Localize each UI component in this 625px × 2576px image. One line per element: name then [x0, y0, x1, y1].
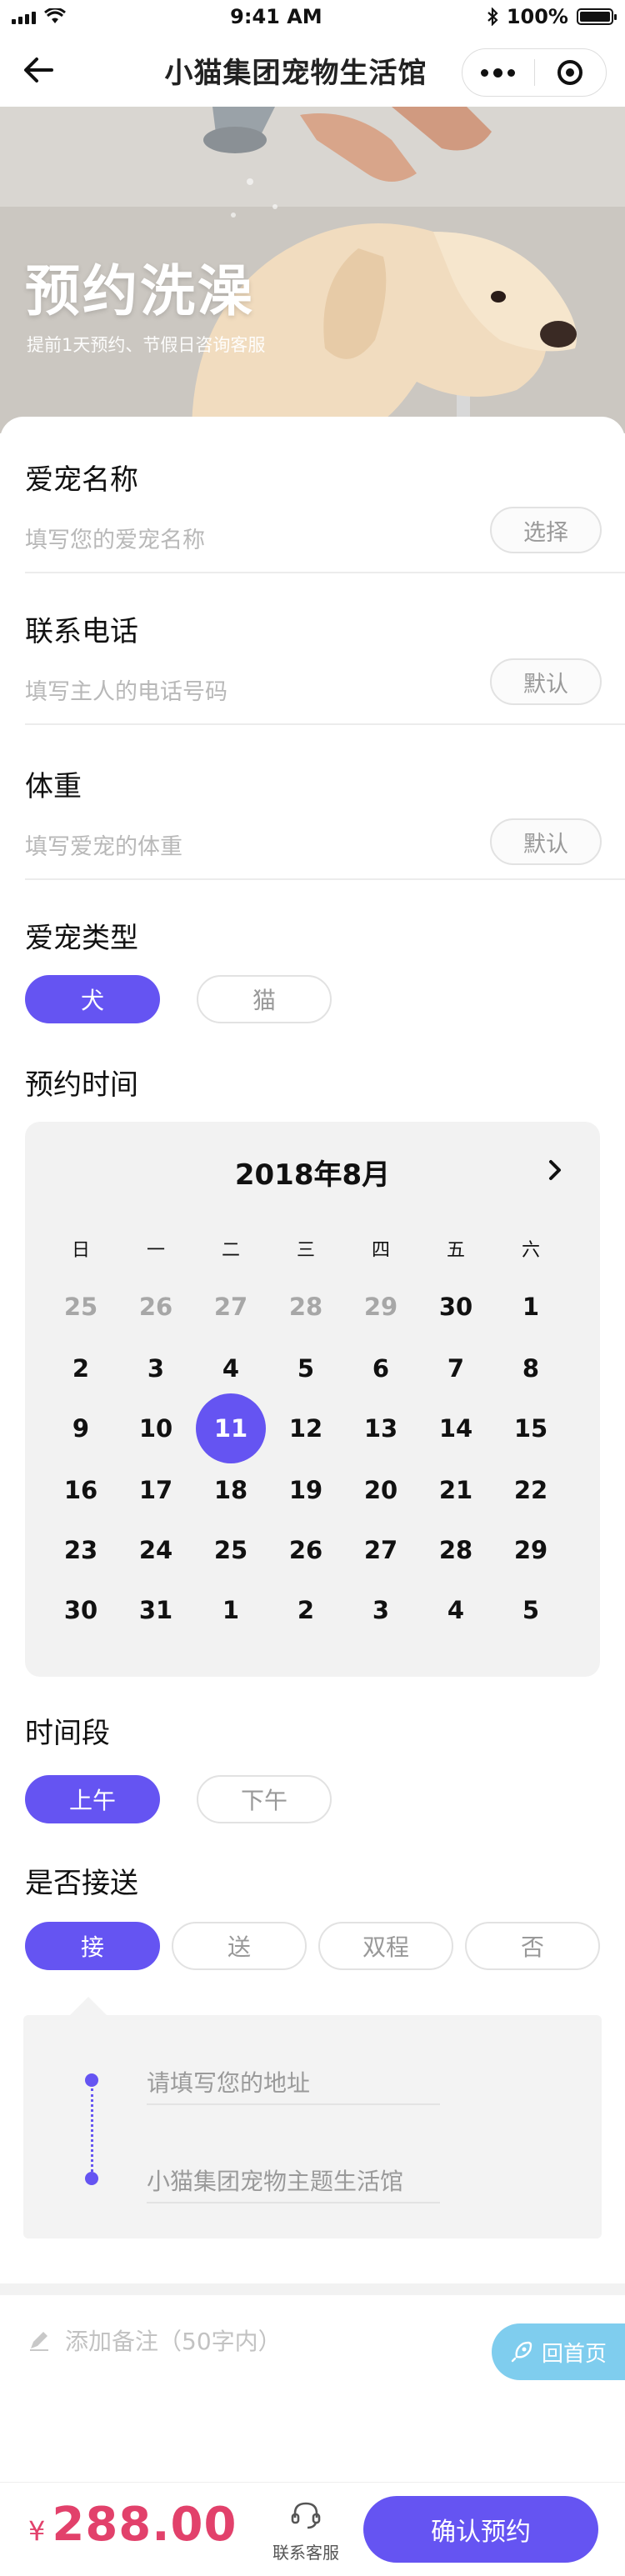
calendar: 2018年8月 日一二三四五六 25 26 27 28 29 30 1 2 3 4 5 6 7 8 9 10 1…	[25, 1122, 600, 1677]
hero-title: 预约洗澡	[25, 259, 255, 323]
calendar-weekday: 四	[371, 1240, 390, 1261]
contact-service-button[interactable]: 联系客服	[268, 2499, 343, 2563]
calendar-day[interactable]: 13	[346, 1393, 416, 1463]
calendar-day[interactable]: 5	[496, 1575, 566, 1645]
chevron-right-icon[interactable]	[543, 1158, 567, 1182]
pickup-option-none[interactable]: 否	[465, 1922, 600, 1970]
pet-type-label: 爱宠类型	[25, 922, 138, 955]
pet-name-select-button[interactable]: 选择	[490, 507, 602, 553]
destination-dot-icon	[85, 2172, 98, 2185]
hero-banner: 预约洗澡 提前1天预约、节假日咨询客服	[0, 107, 625, 433]
calendar-day[interactable]: 31	[121, 1575, 191, 1645]
status-left	[12, 8, 66, 25]
rocket-icon	[511, 2341, 532, 2363]
calendar-day[interactable]: 10	[121, 1393, 191, 1463]
origin-dot-icon	[85, 2073, 98, 2087]
battery-icon	[576, 8, 617, 25]
headset-icon	[291, 2502, 321, 2529]
address-card-pointer	[70, 1997, 107, 2015]
calendar-weekday: 日	[71, 1240, 90, 1261]
calendar-weekday: 一	[146, 1240, 165, 1261]
divider	[25, 572, 625, 573]
calendar-month-title: 2018年8月	[234, 1158, 391, 1192]
mini-program-capsule	[462, 48, 607, 97]
calendar-day-selected[interactable]: 11	[196, 1393, 266, 1463]
calendar-day[interactable]: 25	[46, 1272, 116, 1342]
calendar-weekday: 六	[521, 1240, 540, 1261]
back-arrow-icon[interactable]	[18, 50, 60, 90]
weight-default-button[interactable]: 默认	[490, 818, 602, 865]
divider	[25, 723, 625, 725]
address-card	[23, 2015, 602, 2238]
booking-time-label: 预约时间	[25, 1068, 138, 1102]
booking-page: 9:41 AM 100% 小猫集团宠物生活馆 预约洗澡 提前1天预约、节假日咨询…	[0, 0, 625, 2576]
note-field[interactable]: 添加备注（50字内）	[27, 2323, 282, 2357]
calendar-day[interactable]: 12	[271, 1393, 341, 1463]
price: ¥ 288.00	[28, 2498, 237, 2552]
battery-percent: 100%	[506, 5, 568, 28]
phone-input[interactable]: 填写主人的电话号码	[25, 673, 228, 706]
weight-input[interactable]: 填写爱宠的体重	[25, 828, 182, 861]
status-right: 100%	[487, 5, 617, 28]
pet-type-dog-chip[interactable]: 犬	[25, 975, 160, 1023]
route-line	[91, 2088, 93, 2172]
price-value: 288.00	[52, 2498, 238, 2552]
bottom-bar: ¥ 288.00 联系客服 确认预约	[0, 2482, 625, 2576]
phone-default-button[interactable]: 默认	[490, 658, 602, 705]
status-bar: 9:41 AM 100%	[0, 0, 625, 33]
calendar-day[interactable]: 4	[421, 1575, 491, 1645]
pickup-label: 是否接送	[25, 1867, 138, 1900]
status-time: 9:41 AM	[230, 5, 322, 28]
pickup-option-pick[interactable]: 接	[25, 1922, 160, 1970]
calendar-day[interactable]: 9	[46, 1393, 116, 1463]
confirm-booking-button[interactable]: 确认预约	[363, 2496, 598, 2563]
pet-type-cat-chip[interactable]: 猫	[197, 975, 332, 1023]
calendar-day[interactable]: 1	[496, 1272, 566, 1342]
calendar-day[interactable]: 14	[421, 1393, 491, 1463]
calendar-day[interactable]: 30	[421, 1272, 491, 1342]
wifi-icon	[44, 8, 66, 23]
calendar-day[interactable]: 29	[346, 1272, 416, 1342]
price-currency: ¥	[28, 2515, 46, 2547]
back-to-home-label: 回首页	[541, 2341, 607, 2367]
calendar-day[interactable]: 28	[271, 1272, 341, 1342]
calendar-weekday: 二	[221, 1240, 240, 1261]
phone-label: 联系电话	[25, 615, 138, 648]
pet-name-input[interactable]: 填写您的爱宠名称	[25, 522, 205, 554]
target-icon[interactable]	[535, 60, 607, 85]
calendar-day[interactable]: 30	[46, 1575, 116, 1645]
pencil-icon	[30, 2332, 48, 2351]
address-underline	[147, 2103, 440, 2105]
time-slot-label: 时间段	[25, 1717, 110, 1750]
calendar-weekday: 三	[296, 1240, 315, 1261]
calendar-day[interactable]: 27	[196, 1272, 266, 1342]
calendar-day[interactable]: 2	[271, 1575, 341, 1645]
note-placeholder: 添加备注（50字内）	[65, 2328, 282, 2355]
destination-address: 小猫集团宠物主题生活馆	[147, 2168, 404, 2195]
calendar-weekday: 五	[446, 1240, 465, 1261]
calendar-day[interactable]: 26	[121, 1272, 191, 1342]
divider	[25, 878, 625, 880]
pet-name-label: 爱宠名称	[25, 463, 138, 497]
pickup-option-round-trip[interactable]: 双程	[318, 1922, 453, 1970]
address-underline	[147, 2202, 440, 2203]
section-separator	[0, 2283, 625, 2295]
nav-bar: 小猫集团宠物生活馆	[0, 33, 625, 107]
bluetooth-icon	[488, 8, 498, 26]
time-slot-morning-chip[interactable]: 上午	[25, 1775, 160, 1823]
hero-subtitle: 提前1天预约、节假日咨询客服	[27, 335, 266, 355]
back-to-home-button[interactable]: 回首页	[492, 2323, 625, 2380]
more-dots-icon[interactable]	[462, 68, 534, 78]
calendar-day[interactable]: 1	[196, 1575, 266, 1645]
pickup-option-send[interactable]: 送	[172, 1922, 307, 1970]
calendar-day[interactable]: 15	[496, 1393, 566, 1463]
weight-label: 体重	[25, 770, 82, 803]
contact-service-label: 联系客服	[272, 2543, 339, 2563]
signal-icon	[12, 9, 36, 24]
time-slot-afternoon-chip[interactable]: 下午	[197, 1775, 332, 1823]
page-title: 小猫集团宠物生活馆	[164, 56, 428, 90]
calendar-day[interactable]: 3	[346, 1575, 416, 1645]
pickup-address-input[interactable]: 请填写您的地址	[147, 2065, 310, 2098]
